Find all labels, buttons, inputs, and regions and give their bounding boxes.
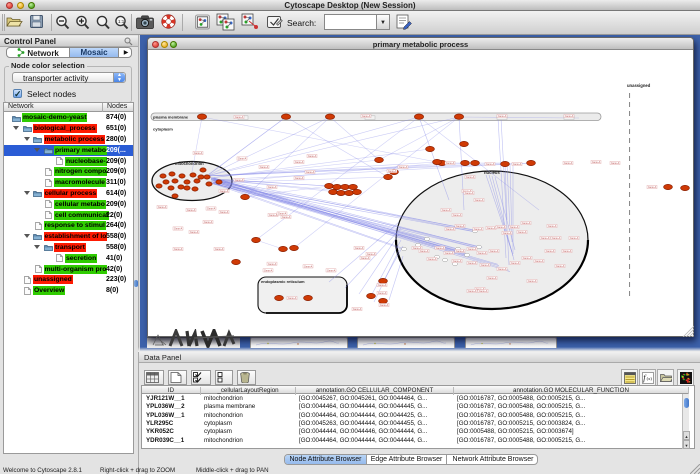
svg-text:Gene-A: Gene-A — [475, 199, 484, 202]
svg-text:Gene-A: Gene-A — [479, 290, 488, 293]
svg-text:Gene-A: Gene-A — [306, 171, 315, 174]
svg-text:Gene-A: Gene-A — [548, 225, 557, 228]
svg-text:Gene-A: Gene-A — [235, 179, 244, 182]
svg-text:Gene-A: Gene-A — [304, 266, 313, 269]
svg-text:Gene-A: Gene-A — [486, 163, 495, 166]
svg-text:Gene-A: Gene-A — [468, 290, 477, 293]
svg-text:Gene-A: Gene-A — [490, 250, 499, 253]
svg-text:endoplasmic reticulum: endoplasmic reticulum — [261, 279, 305, 284]
svg-text:Gene-A: Gene-A — [327, 270, 336, 273]
svg-text:Gene-A: Gene-A — [353, 308, 362, 311]
svg-text:Gene-A: Gene-A — [446, 228, 455, 231]
svg-text:Gene-A: Gene-A — [445, 252, 454, 255]
svg-text:Gene-A: Gene-A — [510, 226, 519, 229]
svg-text:Gene-A: Gene-A — [453, 214, 462, 217]
svg-text:Gene-A: Gene-A — [556, 265, 565, 268]
svg-text:Gene-A: Gene-A — [399, 166, 408, 169]
svg-text:Gene-A: Gene-A — [488, 277, 497, 280]
svg-text:Gene-A: Gene-A — [518, 231, 527, 234]
svg-text:Gene-A: Gene-A — [380, 304, 389, 307]
svg-text:Gene-A: Gene-A — [361, 257, 370, 260]
svg-text:Gene-A: Gene-A — [468, 262, 477, 265]
svg-text:Gene-A: Gene-A — [498, 268, 507, 271]
svg-text:Gene-A: Gene-A — [481, 264, 490, 267]
svg-text:Gene-A: Gene-A — [207, 208, 216, 211]
svg-text:Gene-A: Gene-A — [269, 214, 278, 217]
svg-text:unassigned: unassigned — [627, 83, 651, 88]
svg-text:Gene-A: Gene-A — [466, 176, 475, 179]
svg-text:Gene-A: Gene-A — [503, 232, 512, 235]
svg-text:Gene-A: Gene-A — [268, 186, 277, 189]
svg-text:Gene-A: Gene-A — [204, 221, 213, 224]
svg-text:Gene-A: Gene-A — [468, 248, 477, 251]
svg-text:Gene-A: Gene-A — [174, 248, 183, 251]
svg-text:Gene-A: Gene-A — [174, 228, 183, 231]
svg-text:plasma membrane: plasma membrane — [153, 115, 189, 120]
svg-text:Gene-A: Gene-A — [367, 253, 376, 256]
svg-text:Gene-A: Gene-A — [428, 258, 437, 261]
svg-text:Gene-A: Gene-A — [388, 170, 397, 173]
svg-text:Gene-A: Gene-A — [564, 162, 573, 165]
svg-text:Gene-A: Gene-A — [528, 280, 537, 283]
svg-text:Gene-A: Gene-A — [453, 260, 462, 263]
svg-text:Gene-A: Gene-A — [611, 162, 620, 165]
svg-text:Gene-A: Gene-A — [497, 226, 506, 229]
svg-text:Gene-A: Gene-A — [268, 263, 277, 266]
svg-text:Gene-A: Gene-A — [541, 237, 550, 240]
svg-text:Gene-A: Gene-A — [295, 161, 304, 164]
svg-text:Gene-A: Gene-A — [355, 247, 364, 250]
svg-text:Gene-A: Gene-A — [235, 116, 244, 119]
svg-text:Gene-A: Gene-A — [308, 155, 317, 158]
svg-text:1:1: 1:1 — [118, 19, 125, 24]
svg-text:Gene-A: Gene-A — [194, 152, 203, 155]
svg-text:cytoplasm: cytoplasm — [153, 127, 173, 132]
svg-text:Gene-A: Gene-A — [592, 161, 601, 164]
svg-text:Gene-A: Gene-A — [238, 158, 247, 161]
svg-text:Gene-A: Gene-A — [648, 186, 657, 189]
svg-text:Gene-A: Gene-A — [546, 250, 555, 253]
svg-text:Gene-A: Gene-A — [570, 237, 579, 240]
svg-text:Gene-A: Gene-A — [523, 257, 532, 260]
svg-text:nucleus: nucleus — [484, 170, 500, 175]
svg-text:Gene-A: Gene-A — [474, 228, 483, 231]
svg-text:Gene-A: Gene-A — [282, 216, 291, 219]
svg-text:Gene-A: Gene-A — [456, 225, 465, 228]
svg-text:Gene-A: Gene-A — [378, 292, 387, 295]
svg-text:Gene-A: Gene-A — [362, 115, 371, 118]
svg-text:Gene-A: Gene-A — [190, 231, 199, 234]
svg-text:Gene-A: Gene-A — [522, 222, 531, 225]
svg-text:Gene-A: Gene-A — [442, 209, 451, 212]
svg-text:Gene-A: Gene-A — [535, 260, 544, 263]
svg-text:Gene-A: Gene-A — [446, 162, 455, 165]
svg-text:Gene-A: Gene-A — [498, 115, 507, 118]
svg-text:Gene-A: Gene-A — [511, 262, 520, 265]
svg-text:Gene-A: Gene-A — [565, 115, 574, 118]
svg-text:Gene-A: Gene-A — [413, 247, 422, 250]
svg-text:mitochondrion: mitochondrion — [175, 161, 204, 166]
svg-text:Gene-A: Gene-A — [378, 284, 387, 287]
svg-text:Gene-A: Gene-A — [158, 206, 167, 209]
svg-text:Gene-A: Gene-A — [220, 211, 229, 214]
svg-text:Gene-A: Gene-A — [465, 192, 474, 195]
svg-text:Gene-A: Gene-A — [215, 248, 224, 251]
svg-text:Gene-A: Gene-A — [436, 247, 445, 250]
svg-text:Gene-A: Gene-A — [187, 209, 196, 212]
svg-text:Gene-A: Gene-A — [295, 177, 304, 180]
svg-text:Gene-A: Gene-A — [220, 190, 229, 193]
svg-text:Gene-A: Gene-A — [552, 237, 561, 240]
svg-text:Gene-A: Gene-A — [420, 250, 429, 253]
svg-text:(x): (x) — [646, 376, 652, 381]
svg-text:Gene-A: Gene-A — [264, 270, 273, 273]
svg-text:Gene-A: Gene-A — [288, 297, 297, 300]
svg-text:Gene-A: Gene-A — [487, 227, 496, 230]
svg-text:Gene-A: Gene-A — [513, 163, 522, 166]
svg-text:Gene-A: Gene-A — [260, 166, 269, 169]
svg-text:Gene-A: Gene-A — [456, 250, 465, 253]
svg-text:Gene-A: Gene-A — [478, 252, 487, 255]
svg-text:Gene-A: Gene-A — [563, 250, 572, 253]
